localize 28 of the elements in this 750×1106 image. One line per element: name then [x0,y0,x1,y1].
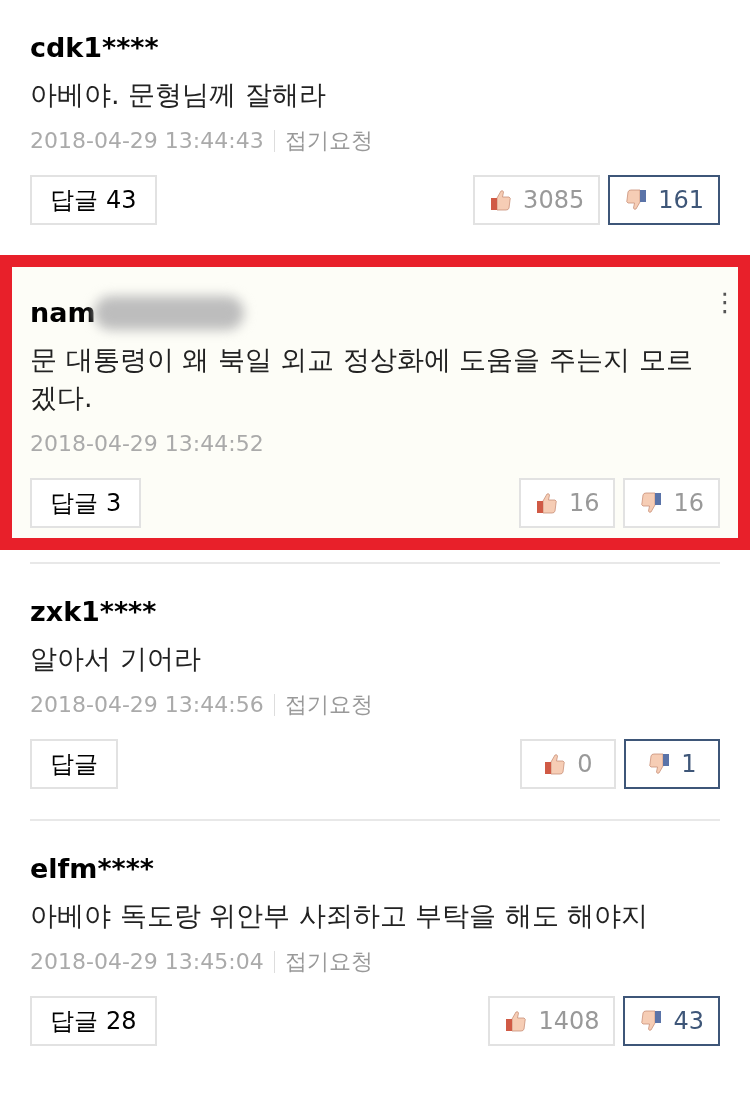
thumbs-up-icon [504,1009,529,1033]
reply-button[interactable]: 답글 43 [30,175,157,225]
dislike-button[interactable]: 161 [608,175,720,225]
thumbs-down-icon [624,188,649,212]
comment-date: 2018-04-29 13:45:04 [30,948,264,976]
more-menu-button[interactable]: ⋮ [712,289,732,315]
dislike-button[interactable]: 43 [623,996,720,1046]
thumbs-down-icon [639,1009,664,1033]
comment-text: 아베야 독도랑 위안부 사죄하고 부탁을 해도 해야지 [30,899,650,933]
comment-text: 알아서 기어라 [30,642,202,676]
username: cdk1**** [30,30,159,65]
thumbs-down-icon [639,491,664,515]
comment-date: 2018-04-29 13:44:56 [30,691,264,719]
reply-button[interactable]: 답글 3 [30,478,142,528]
comment-date: 2018-04-29 13:44:43 [30,127,264,155]
comment-text: 문 대통령이 왜 북일 외교 정상화에 도움을 주는지 모르겠다. [30,343,694,415]
thumbs-down-icon [647,752,672,776]
username: elfm**** [30,851,154,886]
dislike-button[interactable]: 1 [624,739,720,789]
thumbs-up-icon [534,491,559,515]
comment-text: 아베야. 문형님께 잘해라 [30,78,327,112]
username: nam [30,295,96,330]
thumbs-up-icon [543,752,568,776]
comment-date: 2018-04-29 13:44:52 [30,430,264,458]
reply-button[interactable]: 답글 28 [30,996,157,1046]
username: zxk1**** [30,594,157,629]
thumbs-up-icon [489,188,514,212]
reply-button[interactable]: 답글 [30,739,118,789]
